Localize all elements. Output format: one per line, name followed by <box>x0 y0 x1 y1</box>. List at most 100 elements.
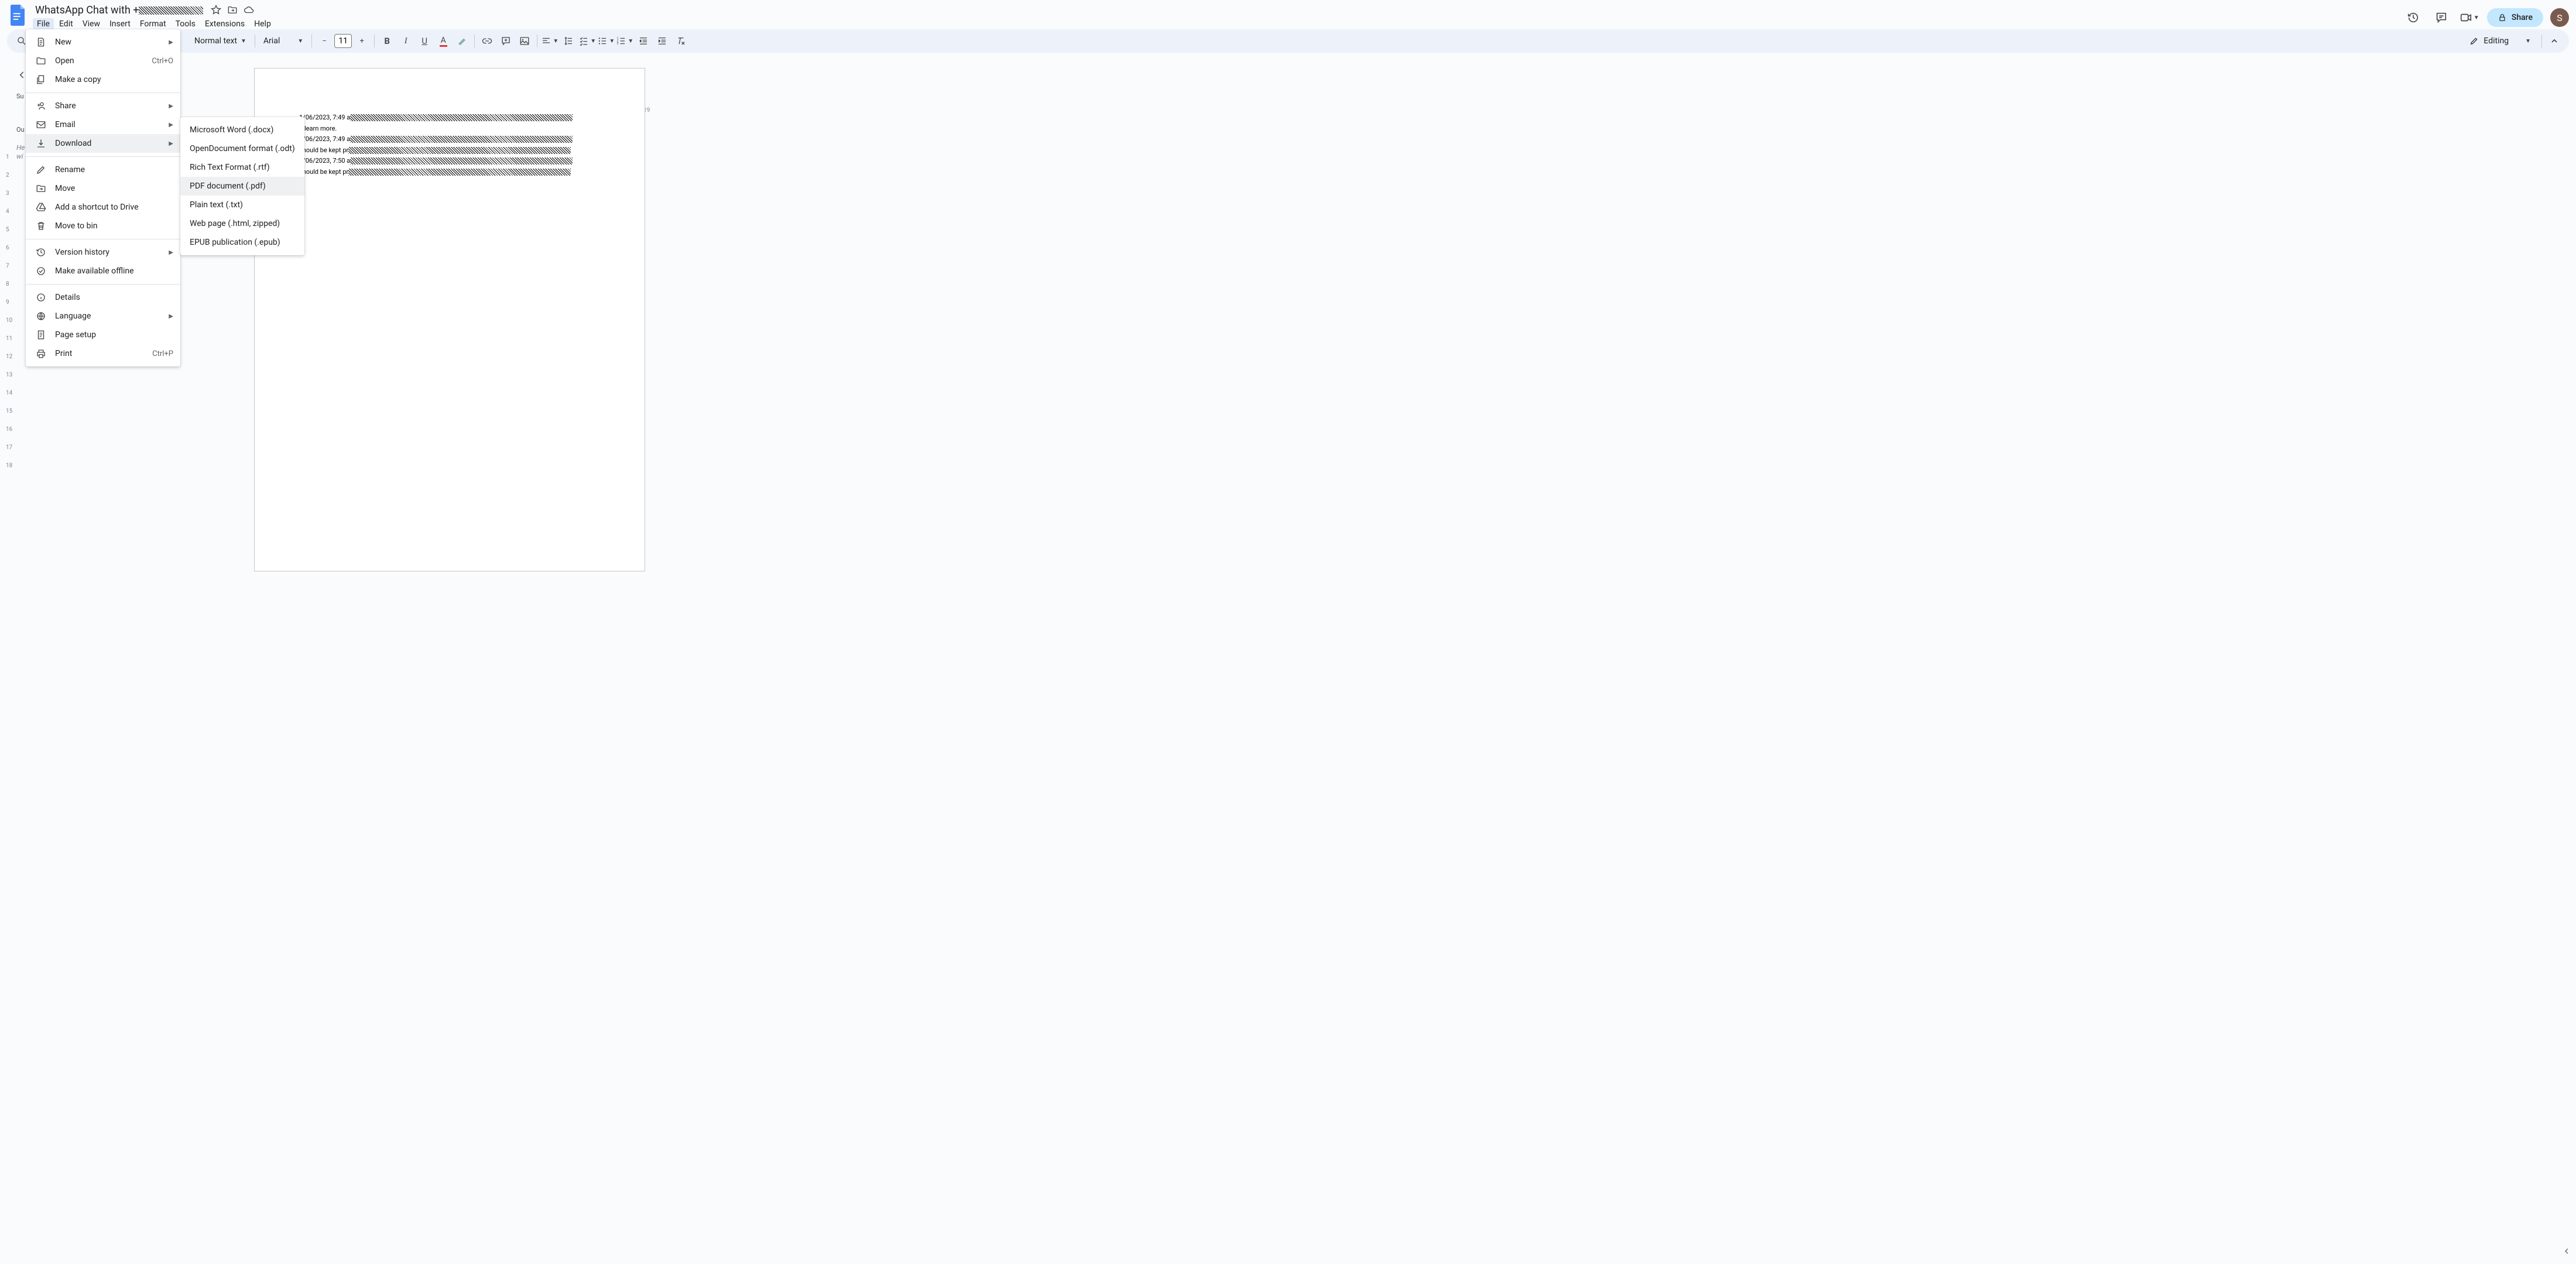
menu-help[interactable]: Help <box>250 18 275 30</box>
title-area: WhatsApp Chat with + File Edit View Inse… <box>33 4 275 30</box>
decrease-indent-icon[interactable] <box>635 32 652 50</box>
menu-format[interactable]: Format <box>136 18 170 30</box>
pencil-icon <box>2469 36 2479 46</box>
add-comment-icon[interactable] <box>497 32 515 50</box>
clear-formatting-icon[interactable] <box>672 32 690 50</box>
email-icon <box>35 119 47 131</box>
offline-icon <box>35 265 47 277</box>
paragraph-style-select[interactable]: Normal text▼ <box>190 36 251 46</box>
document-content[interactable]: 1/06/2023, 7:49 a o learn more. 1/06/202… <box>255 68 645 222</box>
globe-icon <box>35 310 47 322</box>
doc-line: should be kept pr <box>299 167 600 177</box>
download-docx[interactable]: Microsoft Word (.docx) <box>180 121 304 139</box>
file-move[interactable]: Move <box>26 179 180 198</box>
lock-icon <box>2498 13 2507 22</box>
history-icon[interactable] <box>2403 7 2424 28</box>
text-color-icon[interactable]: A <box>434 32 452 50</box>
file-make-offline[interactable]: Make available offline <box>26 262 180 280</box>
download-submenu: Microsoft Word (.docx) OpenDocument form… <box>180 117 304 255</box>
underline-icon[interactable]: U <box>416 32 433 50</box>
meet-icon[interactable]: ▼ <box>2459 7 2480 28</box>
file-language[interactable]: Language▶ <box>26 307 180 326</box>
download-html[interactable]: Web page (.html, zipped) <box>180 214 304 233</box>
info-icon <box>35 292 47 303</box>
menu-view[interactable]: View <box>78 18 104 30</box>
page-setup-icon <box>35 329 47 341</box>
download-txt[interactable]: Plain text (.txt) <box>180 196 304 214</box>
file-download[interactable]: Download▶ <box>26 134 180 153</box>
menu-extensions[interactable]: Extensions <box>201 18 249 30</box>
increase-indent-icon[interactable] <box>653 32 671 50</box>
menu-edit[interactable]: Edit <box>55 18 77 30</box>
italic-icon[interactable]: I <box>397 32 415 50</box>
file-details[interactable]: Details <box>26 288 180 307</box>
file-share[interactable]: Share▶ <box>26 97 180 115</box>
align-icon[interactable]: ▼ <box>541 32 559 50</box>
move-folder-icon[interactable] <box>227 4 238 16</box>
vertical-ruler[interactable]: 1 2 3 4 5 6 7 8 9 10 11 12 13 14 15 16 1… <box>5 122 14 1264</box>
cloud-status-icon[interactable] <box>243 4 255 16</box>
drive-shortcut-icon <box>35 201 47 213</box>
menu-insert[interactable]: Insert <box>105 18 135 30</box>
side-panel-toggle-icon[interactable] <box>2560 1244 2574 1258</box>
menu-tools[interactable]: Tools <box>172 18 200 30</box>
document-icon <box>35 36 47 48</box>
download-pdf[interactable]: PDF document (.pdf) <box>180 177 304 196</box>
file-email[interactable]: Email▶ <box>26 115 180 134</box>
chevron-down-icon: ▼ <box>297 38 303 44</box>
chevron-down-icon: ▼ <box>241 38 246 44</box>
file-new[interactable]: New▶ <box>26 33 180 52</box>
trash-icon <box>35 220 47 232</box>
download-icon <box>35 138 47 149</box>
account-avatar[interactable]: S <box>2550 8 2569 27</box>
download-odt[interactable]: OpenDocument format (.odt) <box>180 139 304 158</box>
file-version-history[interactable]: Version history▶ <box>26 243 180 262</box>
numbered-list-icon[interactable]: 123▼ <box>616 32 633 50</box>
file-page-setup[interactable]: Page setup <box>26 326 180 344</box>
share-button[interactable]: Share <box>2487 8 2543 27</box>
docs-logo-icon[interactable] <box>7 5 28 26</box>
editing-mode-select[interactable]: Editing ▼ <box>2462 36 2538 46</box>
bulleted-list-icon[interactable]: ▼ <box>597 32 615 50</box>
header-actions: ▼ Share S <box>2403 7 2569 28</box>
file-make-copy[interactable]: Make a copy <box>26 70 180 89</box>
doc-line: should be kept pr <box>299 146 600 156</box>
font-size-increase[interactable]: + <box>353 32 371 50</box>
document-page[interactable]: 1/06/2023, 7:49 a o learn more. 1/06/202… <box>254 68 645 571</box>
line-spacing-icon[interactable] <box>560 32 577 50</box>
font-size-decrease[interactable]: − <box>316 32 333 50</box>
bold-icon[interactable]: B <box>378 32 396 50</box>
print-icon <box>35 348 47 359</box>
collapse-toolbar-icon[interactable] <box>2546 32 2563 50</box>
download-rtf[interactable]: Rich Text Format (.rtf) <box>180 158 304 177</box>
checklist-icon[interactable]: ▼ <box>578 32 596 50</box>
document-area: 2 1 1 2 3 4 5 6 7 8 9 10 11 12 13 14 15 … <box>0 54 2576 1264</box>
share-label: Share <box>2512 13 2533 22</box>
highlight-color-icon[interactable] <box>453 32 471 50</box>
menu-file[interactable]: File <box>33 18 54 30</box>
insert-link-icon[interactable] <box>478 32 496 50</box>
app-header: WhatsApp Chat with + File Edit View Inse… <box>0 0 2576 29</box>
file-rename[interactable]: Rename <box>26 160 180 179</box>
folder-icon <box>35 55 47 67</box>
font-size-input[interactable] <box>334 34 352 48</box>
toolbar: Normal text▼ Arial▼ − + B I U A ▼ ▼ ▼ 12… <box>7 29 2569 53</box>
history-icon <box>35 246 47 258</box>
file-add-shortcut[interactable]: Add a shortcut to Drive <box>26 198 180 217</box>
comment-icon[interactable] <box>2431 7 2452 28</box>
svg-text:3: 3 <box>617 42 619 46</box>
doc-line: 1/06/2023, 7:50 a <box>299 156 600 166</box>
insert-image-icon[interactable] <box>516 32 533 50</box>
doc-line: 1/06/2023, 7:49 a <box>299 113 600 123</box>
file-move-to-bin[interactable]: Move to bin <box>26 217 180 235</box>
file-print[interactable]: PrintCtrl+P <box>26 344 180 363</box>
document-title[interactable]: WhatsApp Chat with + <box>33 4 205 16</box>
download-epub[interactable]: EPUB publication (.epub) <box>180 233 304 252</box>
copy-icon <box>35 74 47 85</box>
doc-line: o learn more. <box>299 124 600 134</box>
file-open[interactable]: OpenCtrl+O <box>26 52 180 70</box>
file-dropdown: New▶ OpenCtrl+O Make a copy Share▶ Email… <box>26 29 180 366</box>
move-icon <box>35 183 47 194</box>
star-icon[interactable] <box>210 4 222 16</box>
font-family-select[interactable]: Arial▼ <box>259 36 308 46</box>
